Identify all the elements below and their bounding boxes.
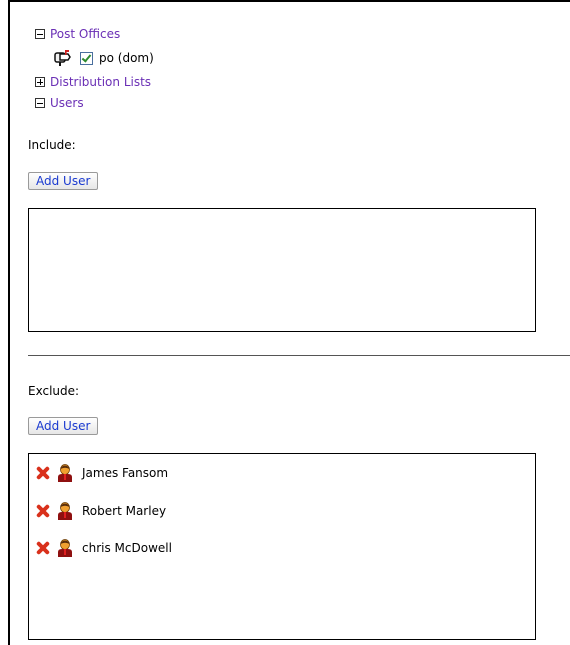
tree-row-users[interactable]: Users [35,95,84,111]
collapse-icon[interactable] [35,29,45,39]
include-add-user-button[interactable]: Add User [28,172,99,190]
list-item: James Fansom [36,462,168,484]
user-icon [58,539,72,557]
include-user-list[interactable] [28,208,536,332]
expand-icon[interactable] [35,77,45,87]
user-icon [58,464,72,482]
user-name: James Fansom [82,466,169,480]
tree-row-po[interactable]: po (dom) [54,50,154,66]
user-name: Robert Marley [82,504,167,518]
po-checkbox[interactable] [80,51,93,65]
remove-icon[interactable] [36,541,50,555]
remove-icon[interactable] [36,466,50,480]
list-item: Robert Marley [36,500,166,522]
section-divider [28,355,570,356]
post-offices-link[interactable]: Post Offices [50,27,120,41]
user-name: chris McDowell [82,541,172,555]
include-label: Include: [28,138,76,152]
tree-row-distribution-lists[interactable]: Distribution Lists [35,74,151,90]
po-item-label: po (dom) [99,51,154,65]
collapse-icon[interactable] [35,98,45,108]
tree-row-post-offices[interactable]: Post Offices [35,26,120,42]
users-link[interactable]: Users [50,96,84,110]
post-office-icon [54,50,71,66]
list-item: chris McDowell [36,537,172,559]
remove-icon[interactable] [36,504,50,518]
exclude-label: Exclude: [28,384,80,398]
user-icon [58,502,72,520]
distribution-lists-link[interactable]: Distribution Lists [50,75,151,89]
exclude-add-user-button[interactable]: Add User [28,417,99,435]
